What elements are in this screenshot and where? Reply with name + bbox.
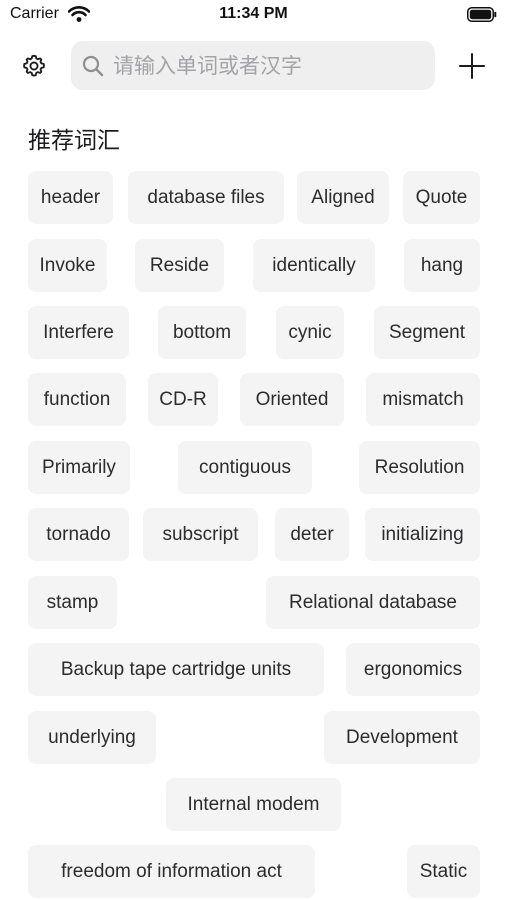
tag-button[interactable]: Interfere bbox=[28, 306, 129, 359]
tag-button[interactable]: hang bbox=[404, 239, 480, 292]
search-bar[interactable] bbox=[71, 41, 435, 90]
add-button[interactable] bbox=[456, 50, 488, 82]
tag-button[interactable]: Internal modem bbox=[166, 778, 341, 831]
gear-icon bbox=[23, 54, 45, 77]
settings-button[interactable] bbox=[18, 50, 50, 82]
tag-button[interactable]: underlying bbox=[28, 711, 156, 764]
tag-button[interactable]: Aligned bbox=[297, 171, 389, 224]
tag-button[interactable]: Static bbox=[407, 845, 480, 898]
tag-button[interactable]: ergonomics bbox=[346, 643, 480, 696]
battery-icon bbox=[467, 7, 497, 22]
tag-button[interactable]: Backup tape cartridge units bbox=[28, 643, 324, 696]
tag-button[interactable]: subscript bbox=[143, 508, 258, 561]
tag-button[interactable]: Oriented bbox=[240, 373, 344, 426]
tag-button[interactable]: tornado bbox=[28, 508, 129, 561]
search-icon bbox=[82, 55, 104, 76]
plus-icon bbox=[459, 53, 485, 79]
status-bar: Carrier 11:34 PM bbox=[0, 0, 507, 32]
tag-button[interactable]: Primarily bbox=[28, 441, 130, 494]
tag-button[interactable]: freedom of information act bbox=[28, 845, 315, 898]
tag-button[interactable]: Development bbox=[324, 711, 480, 764]
tag-button[interactable]: cynic bbox=[276, 306, 344, 359]
tag-button[interactable]: Relational database bbox=[266, 576, 480, 629]
tag-button[interactable]: mismatch bbox=[366, 373, 480, 426]
tag-button[interactable]: function bbox=[28, 373, 126, 426]
status-time: 11:34 PM bbox=[219, 5, 288, 22]
tag-button[interactable]: CD-R bbox=[148, 373, 218, 426]
tag-button[interactable]: stamp bbox=[28, 576, 117, 629]
tag-button[interactable]: Resolution bbox=[359, 441, 480, 494]
tag-button[interactable]: initializing bbox=[365, 508, 480, 561]
tag-button[interactable]: Invoke bbox=[28, 239, 107, 292]
tag-button[interactable]: header bbox=[28, 171, 113, 224]
tag-button[interactable]: deter bbox=[275, 508, 349, 561]
section-title: 推荐词汇 bbox=[28, 128, 120, 154]
tag-button[interactable]: contiguous bbox=[178, 441, 312, 494]
tag-button[interactable]: bottom bbox=[158, 306, 246, 359]
tag-button[interactable]: Reside bbox=[135, 239, 224, 292]
search-input[interactable] bbox=[113, 53, 413, 78]
tag-button[interactable]: identically bbox=[253, 239, 375, 292]
tag-button[interactable]: Quote bbox=[403, 171, 480, 224]
tag-button[interactable]: database files bbox=[128, 171, 284, 224]
tag-button[interactable]: Segment bbox=[374, 306, 480, 359]
